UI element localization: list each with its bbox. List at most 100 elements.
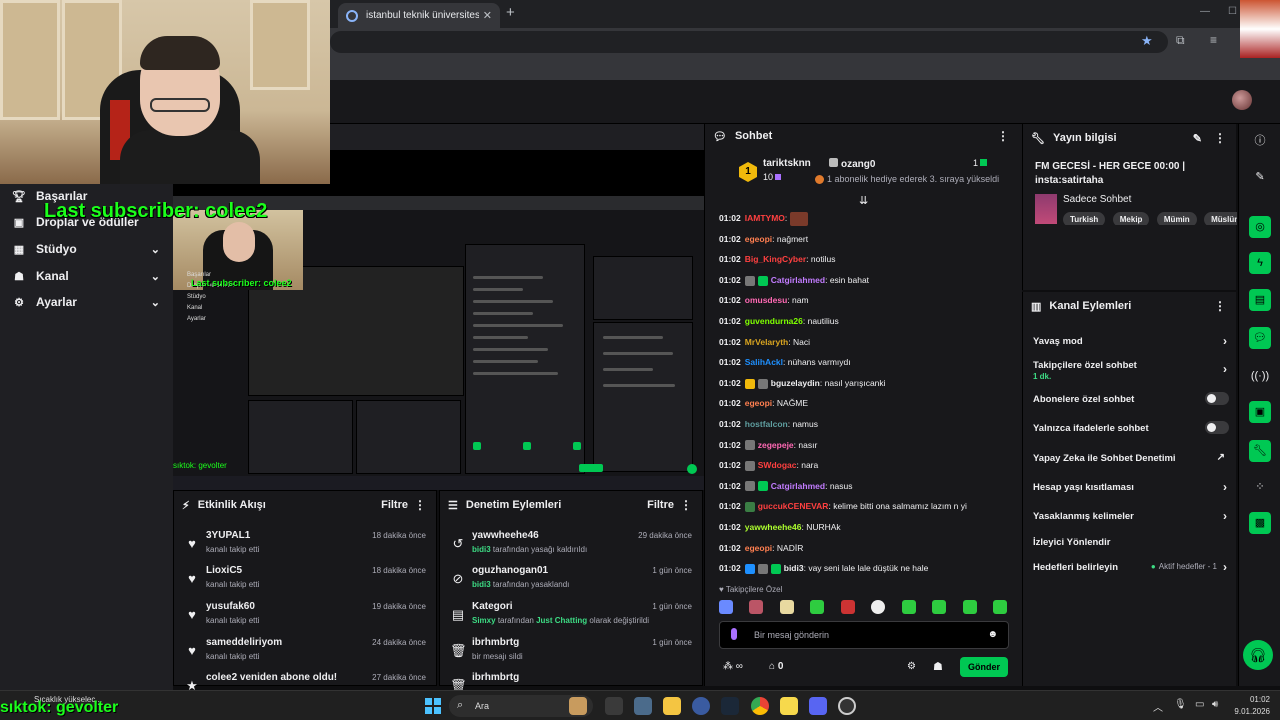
points-indicator[interactable]: ⁂ ∞ (723, 661, 743, 672)
emote[interactable] (871, 600, 885, 614)
discord-icon[interactable] (809, 697, 827, 715)
omnibox[interactable] (330, 31, 1168, 53)
minimize-icon[interactable]: — (1200, 6, 1210, 17)
gear-icon[interactable]: ⚙ (907, 661, 916, 672)
redirect-viewers-action[interactable]: İzleyici Yönlendir (1033, 537, 1231, 548)
info-icon[interactable]: ⓘ (1249, 130, 1271, 152)
chevron-up-icon[interactable]: ︿ (1153, 699, 1163, 714)
network-icon[interactable]: ▭ (1195, 699, 1204, 710)
chat-username[interactable]: Catgirlahmed (771, 275, 825, 285)
emote[interactable] (932, 600, 946, 614)
emote[interactable] (963, 600, 977, 614)
chat-username[interactable]: egeopi (745, 543, 772, 553)
account-age-action[interactable]: Hesap yaşı kısıtlaması › (1033, 480, 1231, 494)
mic-icon[interactable]: 🎙︎ (1174, 699, 1187, 710)
gifter-username[interactable]: ozang0 (829, 158, 875, 170)
banned-words-action[interactable]: Yasaklanmış kelimeler › (1033, 509, 1231, 523)
nav-item-settings[interactable]: ⚙ Ayarlar ⌄ (12, 295, 162, 309)
lightning-icon[interactable]: ϟ (1249, 252, 1271, 274)
emoji-icon[interactable]: ☻ (987, 629, 998, 640)
send-button[interactable]: Gönder (960, 657, 1008, 677)
emote[interactable] (993, 600, 1007, 614)
badge-icon[interactable] (770, 563, 781, 574)
volume-icon[interactable]: 🔊︎ (1212, 699, 1218, 710)
people-icon[interactable]: ☗ (933, 660, 943, 673)
taskbar-clock[interactable]: 01:02 9.01.2026 (1234, 694, 1270, 718)
badge-icon[interactable] (744, 563, 755, 574)
edit-icon[interactable]: ✎ (1193, 132, 1202, 145)
chat-username[interactable]: SalihAckl (745, 357, 783, 367)
chat-username[interactable]: IAMTYMO (745, 213, 785, 223)
badge-icon[interactable] (744, 460, 755, 471)
leader-username[interactable]: tariktsknn (763, 158, 811, 169)
chat-username[interactable]: MrVelaryth (745, 337, 788, 347)
badge-icon[interactable] (744, 275, 755, 286)
category-thumbnail[interactable] (1035, 194, 1057, 224)
nav-item-studio[interactable]: ▦ Stüdyo ⌄ (12, 242, 162, 256)
browser-tab[interactable]: istanbul teknik üniversitesi deka ✕ (338, 3, 500, 28)
windows-start-icon[interactable] (425, 698, 441, 714)
comment-icon[interactable]: 💬︎ (1249, 327, 1271, 349)
badge-icon[interactable] (744, 440, 755, 451)
maximize-icon[interactable]: ☐ (1228, 6, 1237, 17)
badge-icon[interactable] (744, 378, 755, 389)
slow-mode-action[interactable]: Yavaş mod › (1033, 334, 1231, 348)
emote[interactable] (810, 600, 824, 614)
emote-only-toggle[interactable] (1205, 421, 1229, 434)
nav-item-channel[interactable]: ☗ Kanal ⌄ (12, 269, 162, 283)
emote[interactable] (841, 600, 855, 614)
close-tab-icon[interactable]: ✕ (483, 9, 492, 22)
wrench-icon[interactable]: 🔧︎ (1249, 440, 1271, 462)
chat-username[interactable]: guvendurna26 (745, 316, 803, 326)
app-icon[interactable]: ▩ (1249, 512, 1271, 534)
chat-username[interactable]: Catgirlahmed (771, 481, 825, 491)
chat-username[interactable]: zegepeje (758, 440, 794, 450)
app-icon[interactable] (838, 697, 856, 715)
steam-icon[interactable] (721, 697, 739, 715)
emote[interactable] (749, 600, 763, 614)
chat-username[interactable]: Big_KingCyber (745, 254, 806, 264)
tag[interactable]: Mekip (1112, 212, 1150, 225)
more-options-icon[interactable]: ⋮ (1214, 131, 1226, 145)
emote[interactable] (780, 600, 794, 614)
category-name[interactable]: Sadece Sohbet (1063, 194, 1131, 205)
broadcast-icon[interactable]: ((·)) (1249, 365, 1271, 387)
headset-icon[interactable]: 🎧︎ (1243, 640, 1273, 670)
extensions-icon[interactable]: ⧉ (1176, 33, 1185, 48)
more-options-icon[interactable]: ⋮ (680, 498, 692, 512)
task-view-icon[interactable] (605, 697, 623, 715)
bookmark-star-icon[interactable]: ★ (1141, 33, 1153, 49)
filter-button[interactable]: Filtre (647, 499, 674, 511)
filter-button[interactable]: Filtre (381, 499, 408, 511)
more-options-icon[interactable]: ⋮ (1214, 299, 1226, 313)
badge-icon[interactable] (744, 481, 755, 492)
chat-username[interactable]: guccukCENEVAR (758, 501, 829, 511)
gift-leaderboard[interactable]: 1 tariktsknn 10 ozang0 1 1 abonelik hedi… (705, 148, 1023, 194)
folder-icon[interactable] (663, 697, 681, 715)
emote[interactable] (902, 600, 916, 614)
app-icon[interactable] (569, 697, 587, 715)
document-icon[interactable]: ▤ (1249, 289, 1271, 311)
chat-username[interactable]: omusdesu (745, 295, 788, 305)
chrome-icon[interactable] (751, 697, 769, 715)
chat-username[interactable]: bidi3 (784, 563, 804, 573)
collapse-icon[interactable]: ⇊ (859, 194, 868, 207)
tag[interactable]: Mümin (1156, 212, 1197, 225)
chat-input[interactable]: Bir mesaj gönderin ☻ (719, 621, 1009, 649)
nodes-icon[interactable]: ⁘ (1249, 476, 1271, 498)
emote[interactable] (719, 600, 733, 614)
edit-icon[interactable]: ✎ (1249, 166, 1271, 188)
chat-username[interactable]: SWdogac (758, 460, 797, 470)
scan-icon[interactable]: ◎ (1249, 216, 1271, 238)
notes-icon[interactable] (780, 697, 798, 715)
ai-moderation-action[interactable]: Yapay Zeka ile Sohbet Denetimi ↗ (1033, 452, 1231, 464)
badge-icon[interactable] (757, 481, 768, 492)
tag[interactable]: Turkish (1063, 212, 1106, 225)
calculator-icon[interactable] (634, 697, 652, 715)
chat-username[interactable]: egeopi (745, 234, 772, 244)
app-icon[interactable] (692, 697, 710, 715)
chat-username[interactable]: egeopi (745, 398, 772, 408)
more-options-icon[interactable]: ⋮ (997, 129, 1009, 143)
media-icon[interactable]: ≡ (1210, 33, 1217, 47)
badge-icon[interactable] (757, 378, 768, 389)
